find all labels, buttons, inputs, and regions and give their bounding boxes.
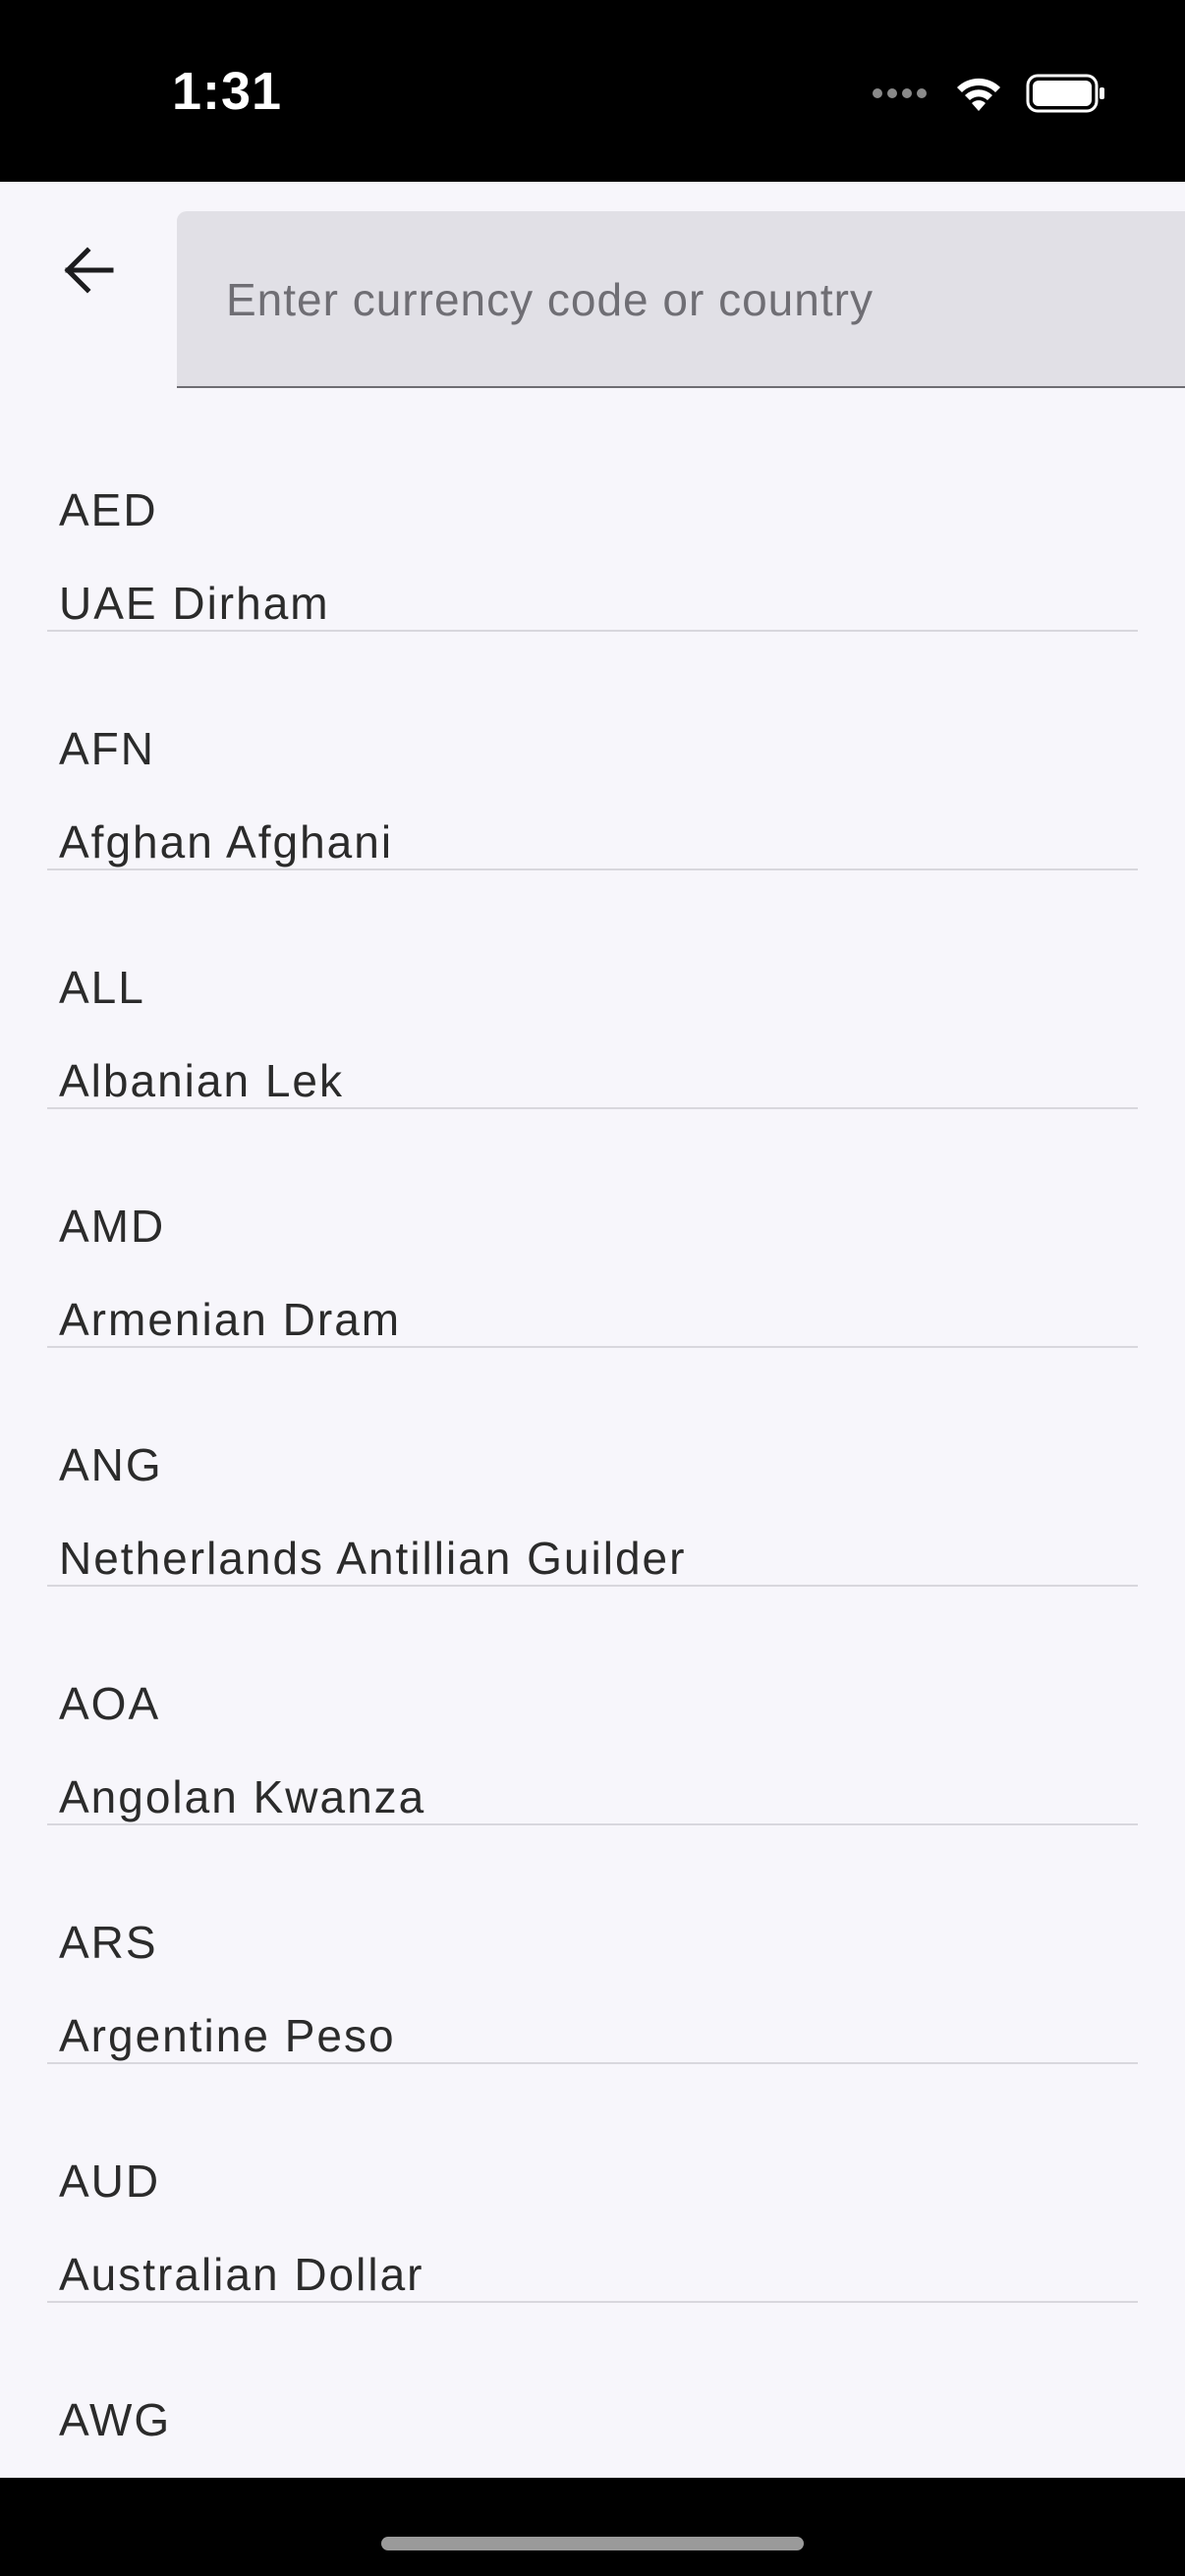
currency-code: ARS (59, 1917, 158, 1968)
currency-code: AWG (59, 2394, 172, 2445)
status-time: 1:31 (172, 62, 283, 121)
currency-list: AED UAE Dirham AFN Afghan Afghani ALL Albania… (0, 393, 1185, 2478)
cellular-signal-icon (873, 88, 927, 98)
currency-name: Armenian Dram (59, 1294, 402, 1345)
currency-list-item[interactable]: AFN Afghan Afghani (0, 632, 1185, 870)
arrow-left-icon (64, 247, 114, 294)
currency-list-item[interactable]: AWG (0, 2303, 1185, 2478)
currency-code: AED (59, 484, 158, 535)
search-input[interactable] (224, 211, 1171, 388)
currency-name: Argentine Peso (59, 2010, 396, 2061)
currency-list-item[interactable]: ANG Netherlands Antillian Guilder (0, 1348, 1185, 1587)
currency-name: UAE Dirham (59, 578, 330, 629)
search-header (0, 182, 1185, 393)
home-indicator (381, 2537, 804, 2550)
currency-code: AMD (59, 1201, 166, 1252)
currency-list-item[interactable]: ARS Argentine Peso (0, 1825, 1185, 2064)
currency-code: AFN (59, 723, 155, 774)
wifi-icon (957, 78, 1000, 111)
currency-list-item[interactable]: AMD Armenian Dram (0, 1109, 1185, 1348)
currency-list-item[interactable]: ALL Albanian Lek (0, 870, 1185, 1109)
currency-list-item[interactable]: AUD Australian Dollar (0, 2064, 1185, 2303)
currency-name: Australian Dollar (59, 2249, 424, 2300)
search-field (177, 211, 1185, 388)
currency-name: Afghan Afghani (59, 816, 394, 868)
currency-code: ALL (59, 962, 145, 1013)
status-bar: 1:31 (0, 0, 1185, 182)
currency-list-item[interactable]: AED UAE Dirham (0, 393, 1185, 632)
currency-code: AUD (59, 2156, 161, 2207)
currency-code: AOA (59, 1678, 161, 1729)
currency-list-item[interactable]: AOA Angolan Kwanza (0, 1587, 1185, 1825)
currency-code: ANG (59, 1439, 163, 1490)
home-bar-area (0, 2478, 1185, 2576)
currency-name: Albanian Lek (59, 1055, 344, 1106)
currency-name: Netherlands Antillian Guilder (59, 1533, 687, 1584)
back-button[interactable] (39, 221, 138, 319)
currency-name: Angolan Kwanza (59, 1771, 426, 1822)
status-icons (871, 69, 1106, 118)
battery-icon (1026, 74, 1104, 113)
